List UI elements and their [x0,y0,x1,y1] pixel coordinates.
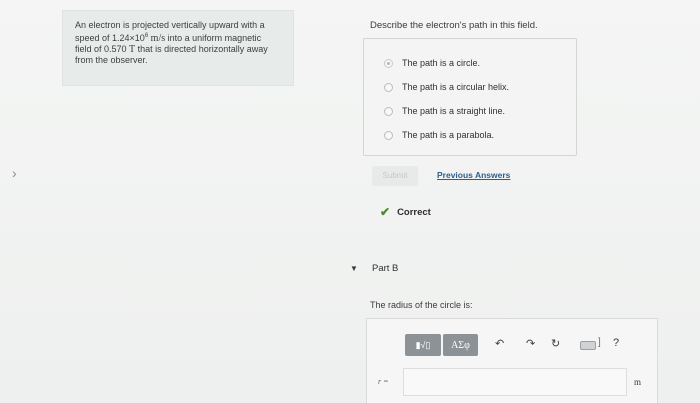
undo-icon[interactable]: ↶ [495,337,504,351]
radio-button[interactable] [384,130,393,140]
speed-value: speed of 1.24×10 [75,33,145,43]
keyboard-icon[interactable] [580,341,596,350]
submit-button[interactable]: Submit [372,166,418,186]
feedback-correct: ✔ Correct [380,206,431,218]
choice-label: The path is a straight line. [402,106,506,116]
radio-button[interactable] [384,82,393,92]
radio-button[interactable] [384,106,393,116]
choice-parabola[interactable]: The path is a parabola. [384,128,494,142]
radius-input-label: r = [378,377,389,386]
previous-answers-link[interactable]: Previous Answers [437,170,510,180]
choice-helix[interactable]: The path is a circular helix. [384,80,509,94]
redo-icon[interactable]: ↷ [526,337,535,351]
field-value: field of 0.570 [75,44,130,54]
greek-symbols-button[interactable]: ΑΣφ [443,334,478,356]
problem-statement: An electron is projected vertically upwa… [62,10,294,86]
problem-line-2: speed of 1.24×106 m/s into a uniform mag… [75,31,283,44]
speed-unit: m/s [150,33,166,44]
math-template-button[interactable]: ▮√▯ [405,334,441,356]
checkmark-icon: ✔ [380,205,391,219]
radio-button-selected[interactable] [384,58,393,68]
radius-input[interactable] [403,368,627,396]
part-a-question: Describe the electron's path in this fie… [370,20,538,31]
chevron-right-icon[interactable]: › [12,166,26,180]
page-background: An electron is projected vertically upwa… [0,0,700,403]
choice-circle[interactable]: The path is a circle. [384,56,480,70]
choices-container: The path is a circle. The path is a circ… [363,38,577,156]
radius-unit: m [634,377,642,387]
part-b-question: The radius of the circle is: [370,300,473,310]
problem-line-2-end: into a uniform magnetic [165,33,262,43]
speed-exponent: 6 [144,33,149,39]
choice-straight-line[interactable]: The path is a straight line. [384,104,505,118]
reset-icon[interactable]: ↻ [551,337,560,351]
problem-line-4: from the observer. [75,55,148,65]
choice-label: The path is a circle. [402,58,481,68]
problem-line-3: field of 0.570 T that is directed horizo… [75,44,283,55]
problem-line-1: An electron is projected vertically upwa… [75,20,265,30]
help-icon[interactable]: ? [613,337,619,349]
feedback-text: Correct [397,206,431,218]
part-b-title[interactable]: Part B [372,263,398,274]
collapse-caret-icon[interactable]: ▼ [350,264,358,273]
choice-label: The path is a parabola. [402,130,495,140]
keyboard-shortcuts-bracket: ] [598,337,601,348]
problem-line-3-end: that is directed horizontally away [135,44,268,54]
choice-label: The path is a circular helix. [402,82,510,92]
